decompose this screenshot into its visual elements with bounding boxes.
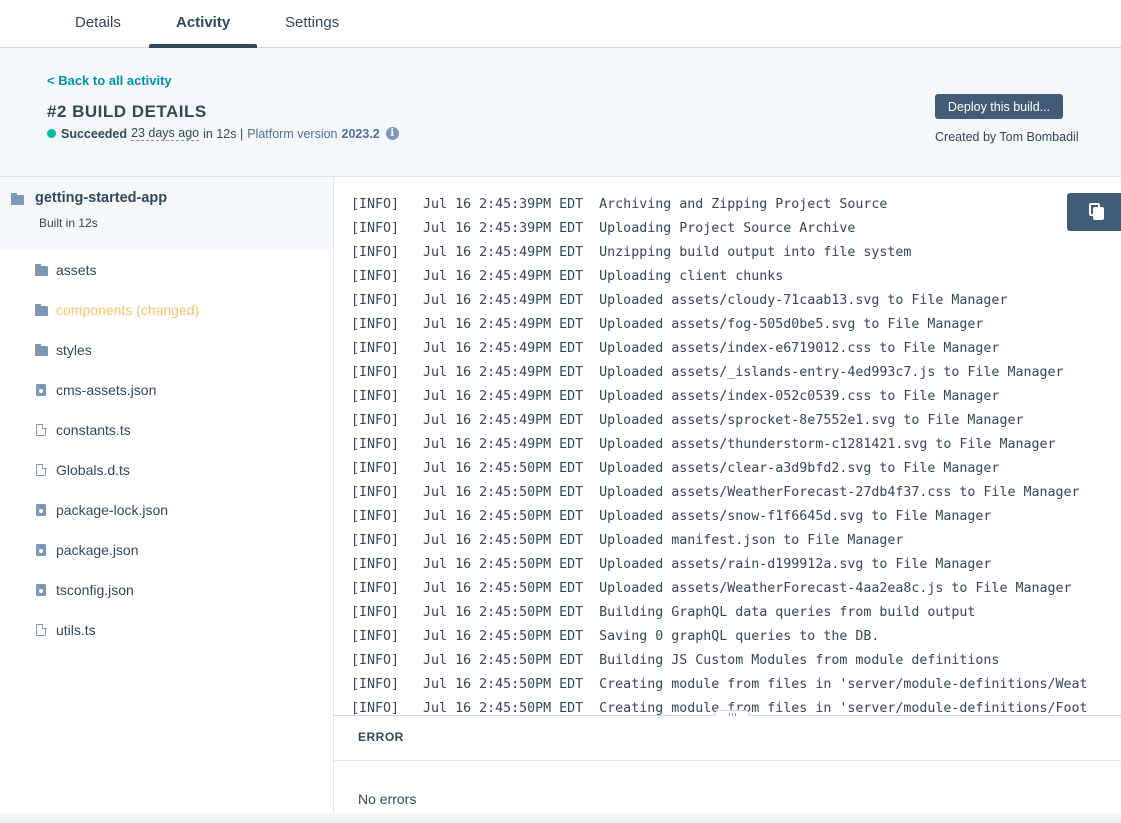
copy-log-button[interactable]	[1067, 193, 1121, 231]
log-line: [INFO] Jul 16 2:45:49PM EDT Uploaded ass…	[351, 341, 1000, 356]
tab-bar: Details Activity Settings	[0, 0, 1121, 48]
tree-item-cms-assets-json[interactable]: cms-assets.json	[35, 379, 325, 403]
log-line: [INFO] Jul 16 2:45:49PM EDT Uploaded ass…	[351, 437, 1056, 452]
tab-details[interactable]: Details	[75, 14, 121, 31]
tree-item-styles[interactable]: styles	[35, 339, 325, 363]
file-icon	[36, 423, 47, 436]
deploy-build-button[interactable]: Deploy this build...	[935, 94, 1063, 119]
log-line: [INFO] Jul 16 2:45:49PM EDT Uploaded ass…	[351, 293, 1008, 308]
tree-item-package-json[interactable]: package.json	[35, 539, 325, 563]
locked-file-icon	[36, 504, 46, 516]
page-title: #2 BUILD DETAILS	[47, 102, 207, 121]
created-by-text: Created by Tom Bombadil	[935, 130, 1079, 144]
tree-item-label: tsconfig.json	[56, 582, 134, 598]
tree-item-components[interactable]: components (changed)	[35, 299, 325, 323]
file-icon	[36, 623, 47, 636]
build-status-line: Succeeded 23 days ago in 12s | Platform …	[47, 126, 399, 141]
error-message: No errors	[358, 791, 417, 807]
error-panel-header: ERROR	[334, 716, 1121, 761]
error-panel-title: ERROR	[358, 730, 404, 744]
log-line: [INFO] Jul 16 2:45:50PM EDT Uploaded ass…	[351, 557, 992, 572]
log-line: [INFO] Jul 16 2:45:49PM EDT Uploading cl…	[351, 269, 784, 284]
build-log-panel[interactable]: [INFO] Jul 16 2:45:39PM EDT Archiving an…	[334, 177, 1121, 716]
info-icon[interactable]: i	[385, 127, 399, 140]
locked-file-icon	[36, 584, 46, 596]
bottom-edge	[0, 813, 1121, 823]
log-line: [INFO] Jul 16 2:45:49PM EDT Uploaded ass…	[351, 389, 1000, 404]
log-line: [INFO] Jul 16 2:45:50PM EDT Creating mod…	[351, 677, 1088, 692]
tree-item-utils-ts[interactable]: utils.ts	[35, 619, 325, 643]
log-line: [INFO] Jul 16 2:45:49PM EDT Uploaded ass…	[351, 365, 1064, 380]
log-line: [INFO] Jul 16 2:45:50PM EDT Uploaded ass…	[351, 461, 1000, 476]
tree-item-label: assets	[56, 262, 97, 278]
tree-item-label: package.json	[56, 542, 139, 558]
platform-version-label: Platform version	[247, 126, 338, 141]
log-line: [INFO] Jul 16 2:45:50PM EDT Uploaded ass…	[351, 509, 992, 524]
tree-item-label: package-lock.json	[56, 502, 169, 518]
locked-file-icon	[36, 384, 46, 396]
error-panel: ERROR No errors	[334, 716, 1121, 823]
tree-item-constants-ts[interactable]: constants.ts	[35, 419, 325, 443]
build-header: < Back to all activity #2 BUILD DETAILS …	[0, 48, 1121, 177]
tree-item-assets[interactable]: assets	[35, 259, 325, 283]
tree-item-label: Globals.d.ts	[56, 462, 130, 478]
project-root-item[interactable]: getting-started-app Built in 12s	[0, 177, 333, 250]
locked-file-icon	[36, 544, 46, 556]
log-line: [INFO] Jul 16 2:45:50PM EDT Uploaded man…	[351, 533, 904, 548]
log-line: [INFO] Jul 16 2:45:39PM EDT Uploading Pr…	[351, 221, 856, 236]
tree-item-package-lock-json[interactable]: package-lock.json	[35, 499, 325, 523]
log-line: [INFO] Jul 16 2:45:49PM EDT Unzipping bu…	[351, 245, 912, 260]
tree-item-globals-d-ts[interactable]: Globals.d.ts	[35, 459, 325, 483]
log-line: [INFO] Jul 16 2:45:39PM EDT Archiving an…	[351, 197, 888, 212]
tree-item-label: components (changed)	[56, 302, 200, 318]
tab-activity[interactable]: Activity	[176, 14, 230, 31]
folder-icon	[35, 264, 48, 276]
tree-item-label: utils.ts	[56, 622, 96, 638]
tab-settings[interactable]: Settings	[285, 14, 339, 31]
platform-version-value: 2023.2	[341, 126, 380, 141]
project-name: getting-started-app	[35, 190, 168, 206]
file-tree-sidebar: getting-started-app Built in 12s assets …	[0, 177, 334, 823]
back-to-activity-link[interactable]: < Back to all activity	[47, 73, 172, 88]
tree-item-label: constants.ts	[56, 422, 131, 438]
folder-icon	[35, 344, 48, 356]
folder-icon	[11, 193, 24, 205]
log-line: [INFO] Jul 16 2:45:50PM EDT Building Gra…	[351, 605, 976, 620]
log-line: [INFO] Jul 16 2:45:49PM EDT Uploaded ass…	[351, 317, 984, 332]
log-line: [INFO] Jul 16 2:45:50PM EDT Building JS …	[351, 653, 1000, 668]
folder-icon	[35, 304, 48, 316]
log-line: [INFO] Jul 16 2:45:50PM EDT Uploaded ass…	[351, 485, 1080, 500]
status-badge: Succeeded	[61, 126, 128, 141]
log-line: [INFO] Jul 16 2:45:50PM EDT Uploaded ass…	[351, 581, 1072, 596]
log-line: [INFO] Jul 16 2:45:49PM EDT Uploaded ass…	[351, 413, 1024, 428]
project-build-time: Built in 12s	[39, 216, 98, 230]
build-duration: in 12s |	[203, 126, 244, 141]
build-time-ago[interactable]: 23 days ago	[131, 126, 200, 141]
copy-icon-front	[1093, 207, 1104, 220]
tree-item-label: styles	[56, 342, 92, 358]
file-icon	[36, 463, 47, 476]
tree-item-tsconfig-json[interactable]: tsconfig.json	[35, 579, 325, 603]
tree-item-label: cms-assets.json	[56, 382, 157, 398]
success-status-icon	[47, 129, 56, 138]
log-line: [INFO] Jul 16 2:45:50PM EDT Saving 0 gra…	[351, 629, 880, 644]
